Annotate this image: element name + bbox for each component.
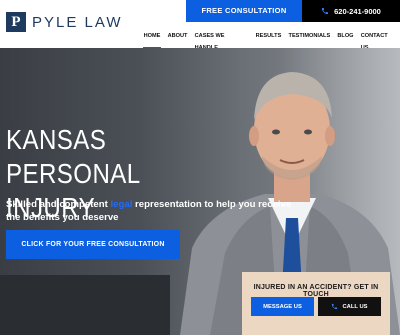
- site-header: P PYLE LAW FREE CONSULTATION 620-241-900…: [0, 0, 400, 51]
- nav-home[interactable]: HOME: [140, 30, 164, 49]
- legal-link[interactable]: legal: [111, 199, 133, 210]
- nav-blog[interactable]: BLOG: [334, 30, 357, 46]
- logo-mark: P: [6, 12, 26, 32]
- logo-text: PYLE LAW: [32, 13, 123, 31]
- logo[interactable]: P PYLE LAW: [6, 12, 122, 32]
- phone-icon: [332, 303, 338, 310]
- hero-title-line-1: KANSAS PERSONAL: [6, 124, 141, 189]
- widget-title: INJURED IN AN ACCIDENT? GET IN TOUCH: [253, 284, 379, 298]
- hero-shelf: [0, 275, 170, 335]
- nav-contact-us[interactable]: CONTACT US: [357, 30, 400, 51]
- hero-subtitle: Skilled and competent legal representati…: [6, 199, 296, 224]
- free-consultation-cta-button[interactable]: CLICK FOR YOUR FREE CONSULTATION: [6, 230, 180, 259]
- message-us-button[interactable]: MESSAGE US: [251, 297, 314, 316]
- top-cta-bar: FREE CONSULTATION 620-241-9000: [186, 0, 400, 22]
- call-us-button[interactable]: CALL US: [318, 297, 381, 316]
- phone-button[interactable]: 620-241-9000: [302, 0, 400, 22]
- main-nav: HOME ABOUT CASES WE HANDLE RESULTS TESTI…: [140, 30, 400, 51]
- phone-icon: [322, 8, 329, 14]
- phone-number: 620-241-9000: [334, 6, 381, 16]
- free-consultation-button[interactable]: FREE CONSULTATION: [186, 0, 302, 22]
- hero-subtitle-start: Skilled and competent: [6, 199, 111, 210]
- contact-widget: INJURED IN AN ACCIDENT? GET IN TOUCH MES…: [242, 272, 390, 335]
- nav-cases-we-handle[interactable]: CASES WE HANDLE: [191, 30, 252, 51]
- call-us-label: CALL US: [342, 303, 368, 310]
- nav-about[interactable]: ABOUT: [164, 30, 191, 46]
- nav-testimonials[interactable]: TESTIMONIALS: [285, 30, 334, 46]
- nav-results[interactable]: RESULTS: [252, 30, 285, 46]
